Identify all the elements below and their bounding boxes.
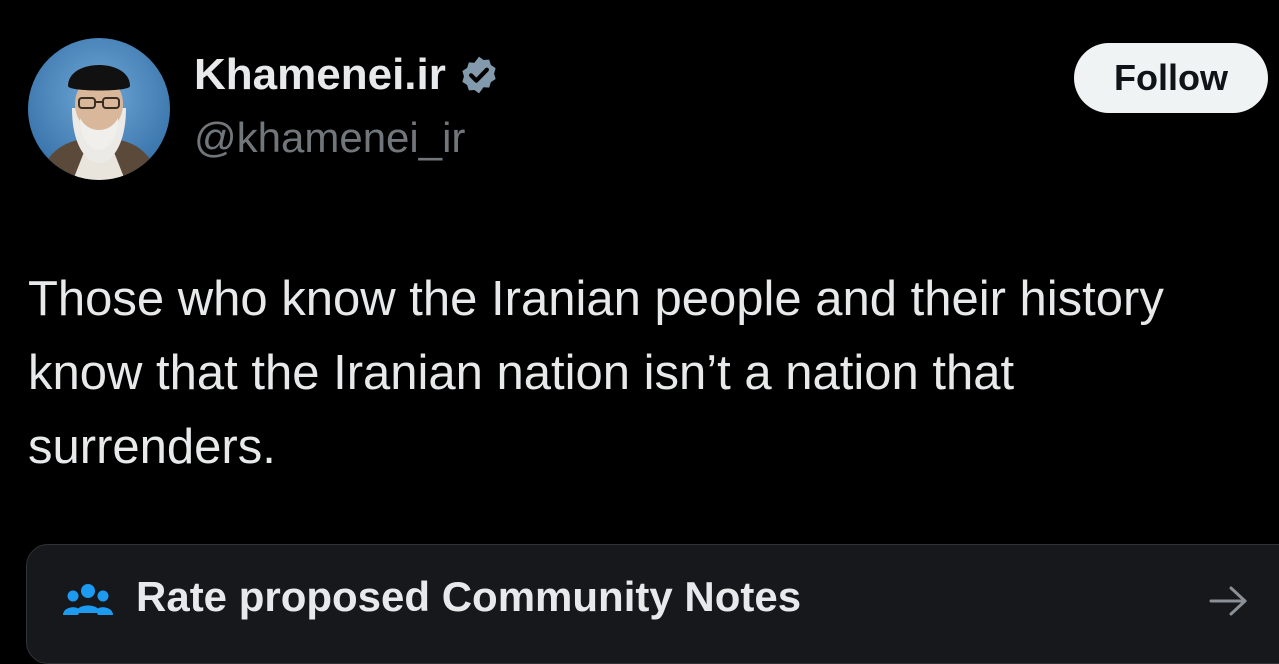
verified-badge-icon [462, 56, 496, 94]
author-name-row: Khamenei.ir [194, 50, 500, 100]
profile-photo-icon [28, 38, 170, 180]
tweet-text-line: Those who know the Iranian people and th… [28, 272, 1164, 326]
rate-community-notes-button[interactable]: Rate proposed Community Notes [26, 544, 1279, 664]
tweet-container: Khamenei.ir @khamenei_ir Follow Those wh… [0, 0, 1279, 664]
tweet-text: Those who know the Iranian people and th… [28, 262, 1279, 484]
avatar[interactable] [28, 38, 170, 180]
tweet-text-line: surrenders. [28, 420, 276, 474]
arrow-right-icon [1209, 586, 1247, 616]
people-group-icon [63, 584, 113, 615]
author-display-name[interactable]: Khamenei.ir [194, 50, 446, 100]
author-handle[interactable]: @khamenei_ir [194, 114, 465, 162]
follow-button[interactable]: Follow [1074, 43, 1268, 113]
tweet-text-line: know that the Iranian nation isn’t a nat… [28, 346, 1015, 400]
community-notes-label: Rate proposed Community Notes [136, 573, 802, 620]
